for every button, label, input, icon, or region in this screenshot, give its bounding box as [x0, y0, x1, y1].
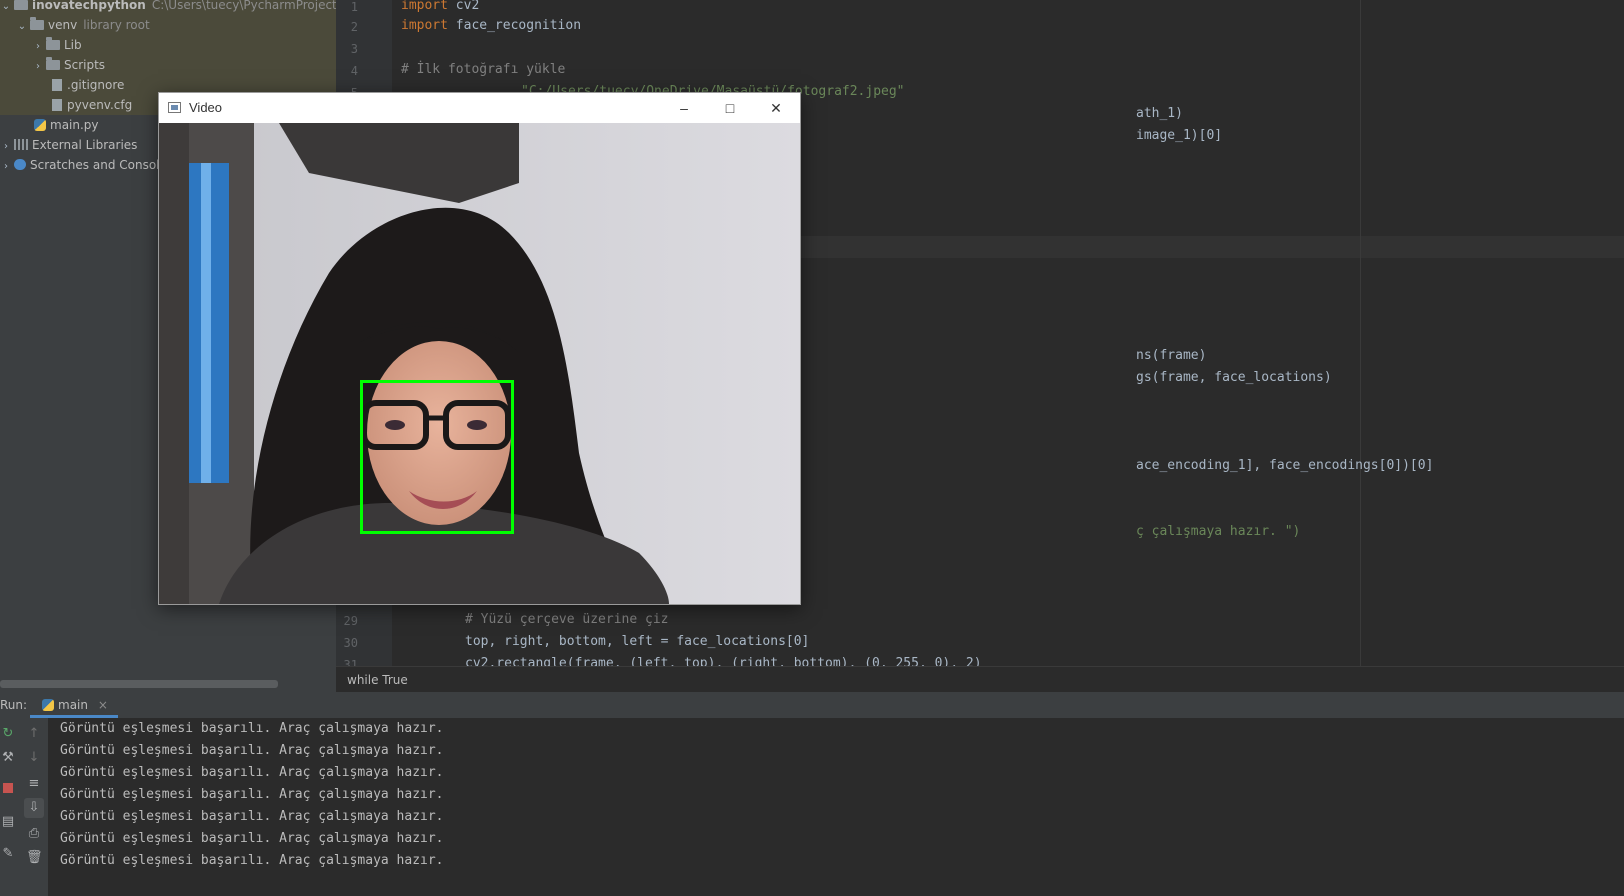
code-line-29: # Yüzü çerçeve üzerine çiz	[465, 612, 669, 627]
tree-item-root[interactable]: ⌄ inovatechpython C:\Users\tuecy\PycharmPr…	[0, 0, 380, 15]
code-line-6: ath_1)	[1136, 106, 1183, 121]
tree-item-venv[interactable]: ⌄ venv library root	[0, 15, 336, 35]
tree-item-label: pyvenv.cfg	[67, 98, 133, 112]
code-line-2: import face_recognition	[401, 18, 582, 33]
arrow-down-icon[interactable]: ↓	[26, 750, 42, 766]
window-app-icon	[168, 102, 181, 113]
code-line-24: ç çalışmaya hazır. ")	[1136, 524, 1301, 539]
scroll-to-end-icon[interactable]: ⇩	[24, 798, 44, 818]
config-file-icon	[52, 99, 62, 111]
console-output-line: Görüntü eşleşmesi başarılı. Araç çalışma…	[60, 787, 444, 802]
run-side-toolbar: ↻ ↑ ⚒ ↓ ≡ ⇩ ▤ ⎙ ✎ 🗑	[0, 718, 48, 896]
tree-item-label: Scripts	[64, 58, 106, 72]
print-icon[interactable]: ⎙	[26, 826, 42, 842]
close-icon[interactable]: ✕	[753, 93, 799, 123]
breadcrumb[interactable]: while True	[336, 666, 1624, 693]
run-tab-main[interactable]: main ×	[30, 692, 118, 718]
console-output-line: Görüntü eşleşmesi başarılı. Araç çalışma…	[60, 831, 444, 846]
run-console[interactable]: ↻ ↑ ⚒ ↓ ≡ ⇩ ▤ ⎙ ✎ 🗑 Görüntü eşleşmesi ba…	[0, 718, 1624, 896]
video-window-titlebar[interactable]: Video – □ ✕	[159, 93, 800, 123]
library-root-note: library root	[83, 18, 150, 32]
line-number: 3	[350, 42, 358, 56]
code-line-1: import cv2	[401, 0, 480, 13]
console-output-line: Görüntü eşleşmesi başarılı. Araç çalışma…	[60, 809, 444, 824]
chevron-right-icon[interactable]: ›	[32, 37, 44, 57]
folder-icon	[46, 37, 60, 50]
code-line-17: gs(frame, face_locations)	[1136, 370, 1332, 385]
layout-icon[interactable]: ▤	[0, 814, 16, 830]
rerun-icon[interactable]: ↻	[0, 726, 16, 742]
python-file-icon	[42, 699, 54, 711]
library-icon	[14, 139, 28, 150]
console-output-line: Görüntü eşleşmesi başarılı. Araç çalışma…	[60, 743, 444, 758]
code-line-16: ns(frame)	[1136, 348, 1207, 363]
console-output-line: Görüntü eşleşmesi başarılı. Araç çalışma…	[60, 721, 444, 736]
code-line-21: ace_encoding_1], face_encodings[0])[0]	[1136, 458, 1434, 473]
tree-item-label: Scratches and Consoles	[30, 158, 174, 172]
chevron-right-icon[interactable]: ›	[0, 157, 12, 177]
python-file-icon	[34, 119, 46, 131]
run-tab-label: main	[58, 698, 88, 712]
tree-item-scripts[interactable]: › Scripts	[0, 55, 336, 75]
minimize-icon[interactable]: –	[661, 93, 707, 123]
tree-item-label: .gitignore	[67, 78, 125, 92]
scratches-icon	[14, 159, 26, 170]
line-number: 29	[343, 614, 358, 628]
folder-icon	[14, 0, 28, 10]
folder-icon	[46, 57, 60, 70]
close-tab-icon[interactable]: ×	[98, 698, 108, 712]
line-number: 4	[350, 64, 358, 78]
webcam-frame	[159, 123, 800, 604]
line-number: 2	[350, 20, 358, 34]
wrench-icon[interactable]: ⚒	[0, 750, 16, 766]
run-toolbar: Run: main ×	[0, 692, 1624, 718]
tree-item-label: External Libraries	[32, 138, 138, 152]
breadcrumb-item[interactable]: while True	[336, 673, 408, 687]
tree-item-label: venv	[48, 18, 78, 32]
console-output-line: Görüntü eşleşmesi başarılı. Araç çalışma…	[60, 853, 444, 868]
stop-icon[interactable]	[0, 782, 16, 798]
code-line-7: image_1)[0]	[1136, 128, 1223, 143]
tree-item-label: main.py	[50, 118, 99, 132]
horizontal-scrollbar[interactable]	[0, 680, 278, 688]
face-detection-box	[360, 380, 514, 534]
pin-icon[interactable]: ✎	[0, 846, 16, 862]
run-label: Run:	[0, 698, 28, 712]
tree-item-label: Lib	[64, 38, 82, 52]
video-window-title: Video	[189, 100, 223, 115]
code-line-30: top, right, bottom, left = face_location…	[465, 634, 810, 649]
tree-item-lib[interactable]: › Lib	[0, 35, 336, 55]
arrow-up-icon[interactable]: ↑	[26, 726, 42, 742]
trash-icon[interactable]: 🗑	[26, 850, 43, 866]
line-number: 30	[343, 636, 358, 650]
soft-wrap-icon[interactable]: ≡	[26, 776, 42, 792]
right-margin-guide	[1360, 0, 1361, 666]
chevron-right-icon[interactable]: ›	[0, 137, 12, 157]
line-number: 1	[350, 0, 358, 14]
console-output-line: Görüntü eşleşmesi başarılı. Araç çalışma…	[60, 765, 444, 780]
code-line-4: # İlk fotoğrafı yükle	[401, 62, 566, 77]
chevron-down-icon[interactable]: ⌄	[16, 17, 28, 37]
video-window[interactable]: Video – □ ✕	[158, 92, 801, 605]
chevron-right-icon[interactable]: ›	[32, 57, 44, 77]
maximize-icon[interactable]: □	[707, 93, 753, 123]
file-icon	[52, 79, 62, 91]
folder-icon	[30, 17, 44, 30]
project-root-label: inovatechpython	[32, 0, 146, 12]
